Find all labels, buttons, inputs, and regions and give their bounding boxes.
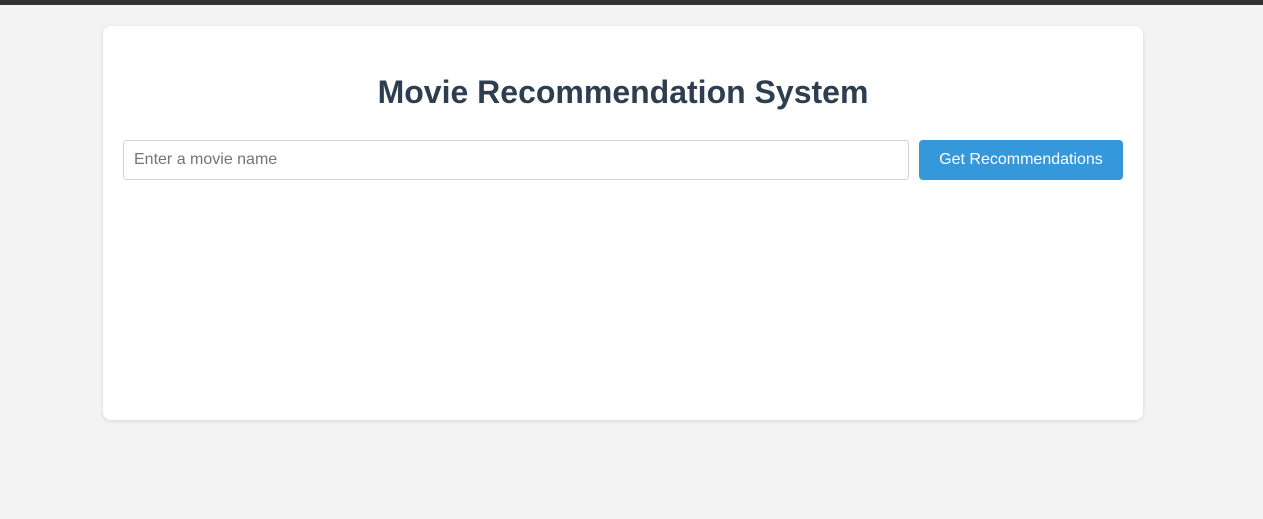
page-title: Movie Recommendation System <box>377 74 869 110</box>
recommendation-card: Movie Recommendation System Get Recommen… <box>103 26 1143 420</box>
get-recommendations-button[interactable]: Get Recommendations <box>919 140 1123 180</box>
browser-top-bar <box>0 0 1263 5</box>
recommendations-results <box>123 200 1123 400</box>
movie-search-input[interactable] <box>123 140 909 180</box>
